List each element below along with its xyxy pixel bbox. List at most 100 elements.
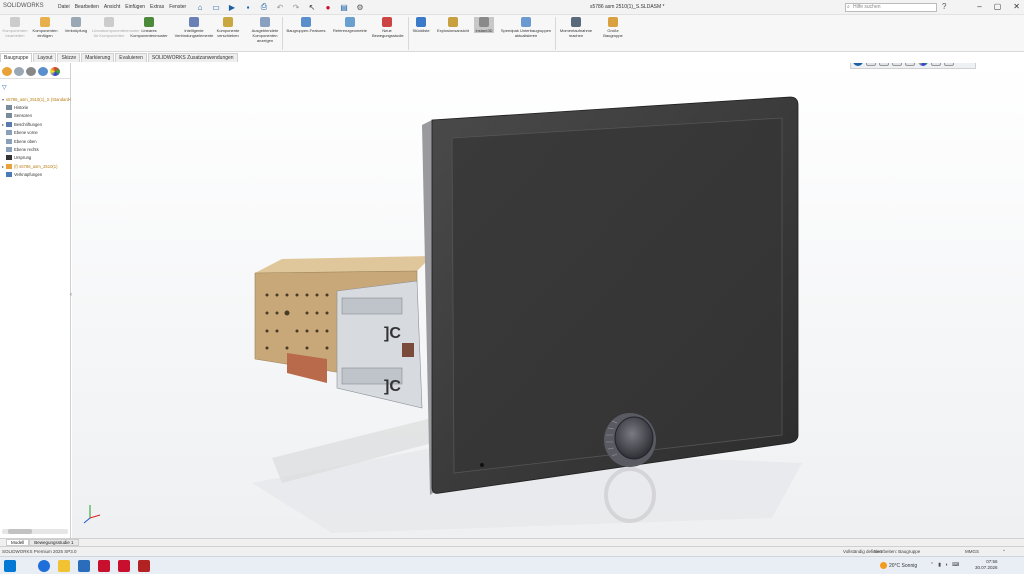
file-explorer-taskbar-icon[interactable] xyxy=(58,560,70,572)
ribbon-button-15[interactable]: Momentaufnahme machen xyxy=(557,17,595,38)
ribbon-button-5[interactable]: Intelligente Verbindungselemente xyxy=(172,17,216,38)
taskbar-clock[interactable]: 07:56 30.07.2026 xyxy=(975,559,998,571)
menu-extras[interactable]: Extras xyxy=(150,4,164,10)
display-manager-tab-icon[interactable] xyxy=(50,67,60,76)
menu-datei[interactable]: Datei xyxy=(58,4,70,10)
tree-item[interactable]: Ebene oben xyxy=(2,137,71,145)
solidworks-pdm-icon[interactable] xyxy=(118,560,130,572)
edge-icon[interactable] xyxy=(38,560,50,572)
skype-icon[interactable] xyxy=(78,560,90,572)
tree-item[interactable]: Ebene vorne xyxy=(2,129,71,137)
language-icon[interactable]: ⌨ xyxy=(952,562,959,568)
model-3d-view[interactable]: ]C ]C xyxy=(72,63,1024,538)
start-icon[interactable] xyxy=(4,560,16,572)
tab-skizze[interactable]: Skizze xyxy=(57,53,81,62)
ribbon-button-label: Lineares Komponentenmuster xyxy=(130,28,168,38)
configuration-tab-icon[interactable] xyxy=(26,67,36,76)
ribbon-button-7[interactable]: Ausgeblendete Komponenten anzeigen xyxy=(246,17,284,43)
maximize-icon[interactable]: ▢ xyxy=(994,2,1002,11)
feature-tree-tab-icon[interactable] xyxy=(2,67,12,76)
ribbon-button-11[interactable]: Stückliste xyxy=(410,17,432,33)
view-palette-icon[interactable] xyxy=(905,63,915,66)
tree-assembly-icon xyxy=(6,163,12,169)
options-gear-icon[interactable]: ⚙ xyxy=(355,2,365,12)
custom-properties-icon[interactable] xyxy=(931,63,941,66)
status-options-icon[interactable]: ⌃ xyxy=(1002,549,1006,555)
ribbon-button-9[interactable]: Referenzgeometrie xyxy=(330,17,370,33)
status-units[interactable]: MMGS xyxy=(965,549,979,554)
ribbon-button-4[interactable]: Lineares Komponentenmuster xyxy=(128,17,170,38)
home-icon[interactable]: ⌂ xyxy=(195,2,205,12)
pdf-reader-icon[interactable] xyxy=(138,560,150,572)
weather-widget[interactable]: 20°C Sonnig xyxy=(880,562,917,569)
tree-item[interactable]: ▾s5786_asm_2510(1)_S (Standard<Anzeig xyxy=(2,95,71,103)
graphics-viewport[interactable]: ⌕ ⌕ ↶ ◧ ◫ ◼ ◉ ◐ ◑ ▭ xyxy=(72,63,1024,538)
tab-modell[interactable]: Modell xyxy=(6,539,30,546)
ribbon-button-13[interactable]: Instant3D xyxy=(474,17,494,33)
close-icon[interactable]: ✕ xyxy=(1013,2,1020,11)
ribbon-button-12[interactable]: Explosionsansicht xyxy=(434,17,472,33)
solidworks-logo[interactable]: SOLIDWORKS xyxy=(3,3,44,9)
menu-fenster[interactable]: Fenster xyxy=(169,4,186,10)
tree-item[interactable]: ▸ Beschriftungen xyxy=(2,120,71,128)
menu-einfuegen[interactable]: Einfügen xyxy=(125,4,145,10)
tree-item[interactable]: Verknüpfungen xyxy=(2,171,71,179)
ribbon-button-8[interactable]: Baugruppen-Features xyxy=(284,17,328,33)
panel-scrollbar[interactable] xyxy=(2,529,68,534)
tree-item[interactable]: Historie xyxy=(2,103,71,111)
select-icon[interactable]: ↖ xyxy=(307,2,317,12)
help-icon[interactable]: ? xyxy=(942,2,946,11)
solidworks-resources-icon[interactable] xyxy=(853,63,863,66)
dimxpert-tab-icon[interactable] xyxy=(38,67,48,76)
appearances-icon[interactable] xyxy=(918,63,928,66)
home-pane-icon[interactable] xyxy=(866,63,876,66)
design-library-icon[interactable] xyxy=(879,63,889,66)
undo-icon[interactable]: ↶ xyxy=(275,2,285,12)
tab-bewegungsstudie[interactable]: Bewegungsstudie 1 xyxy=(29,539,79,546)
ribbon-button-6[interactable]: Komponente verschieben xyxy=(212,17,244,38)
tree-item[interactable]: Ebene rechts xyxy=(2,145,71,153)
file-properties-icon[interactable]: ▤ xyxy=(339,2,349,12)
menu-bearbeiten[interactable]: Bearbeiten xyxy=(75,4,99,10)
ribbon-button-1[interactable]: Komponenten einfügen xyxy=(30,17,60,38)
ribbon-button-label: Instant3D xyxy=(475,28,493,33)
solidworks-taskbar-icon[interactable] xyxy=(98,560,110,572)
tree-item[interactable]: Sensoren xyxy=(2,112,71,120)
ribbon-button-label: Speedpak Unterbaugruppen aktualisieren xyxy=(500,28,552,38)
tray-chevron-icon[interactable]: ⌃ xyxy=(930,562,934,568)
tab-layout[interactable]: Layout xyxy=(33,53,57,62)
filter-icon[interactable]: ▽ xyxy=(2,84,7,91)
tab-markierung[interactable]: Markierung xyxy=(81,53,115,62)
network-icon[interactable]: ▮ xyxy=(938,562,941,568)
ribbon-button-icon xyxy=(104,17,114,27)
menu-ansicht[interactable]: Ansicht xyxy=(104,4,120,10)
ribbon-button-16[interactable]: Große Baugruppe xyxy=(597,17,629,38)
ribbon-button-icon xyxy=(301,17,311,27)
cage-marking-bottom: ]C xyxy=(384,378,401,395)
ribbon-button-14[interactable]: Speedpak Unterbaugruppen aktualisieren xyxy=(497,17,555,38)
open-icon[interactable]: ▶ xyxy=(227,2,237,12)
save-icon[interactable]: ▪ xyxy=(243,2,253,12)
tab-evaluieren[interactable]: Evaluieren xyxy=(115,53,147,62)
tab-zusatzanwendungen[interactable]: SOLIDWORKS Zusatzanwendungen xyxy=(147,53,238,62)
tab-baugruppe[interactable]: Baugruppe xyxy=(0,53,33,62)
solidworks-forum-icon[interactable] xyxy=(944,63,954,66)
scrollbar-thumb[interactable] xyxy=(8,529,32,534)
property-manager-tab-icon[interactable] xyxy=(14,67,24,76)
tree-expander-icon[interactable]: ▾ xyxy=(2,97,4,102)
minimize-icon[interactable]: – xyxy=(977,2,981,11)
help-search-input[interactable]: ⌕ Hilfe suchen xyxy=(845,3,937,12)
tree-item[interactable]: Ursprung xyxy=(2,154,71,162)
sun-icon xyxy=(880,562,887,569)
print-icon[interactable]: ⎙ xyxy=(259,2,269,12)
ribbon-button-2[interactable]: Verknüpfung xyxy=(62,17,90,33)
ribbon-button-10[interactable]: Neue Bewegungsstudie xyxy=(372,17,404,38)
ribbon-button-3[interactable]: Linearkomponentenmuster für Komponenten xyxy=(92,17,140,38)
tree-item[interactable]: ▸ (f) s5786_asm_2510(1) xyxy=(2,162,71,170)
rebuild-icon[interactable]: ● xyxy=(323,2,333,12)
ribbon-button-0[interactable]: Komponenten bearbeiten xyxy=(2,17,28,38)
new-document-icon[interactable]: ▭ xyxy=(211,2,221,12)
file-explorer-icon[interactable] xyxy=(892,63,902,66)
volume-icon[interactable]: ◖ xyxy=(945,562,948,568)
redo-icon[interactable]: ↷ xyxy=(291,2,301,12)
